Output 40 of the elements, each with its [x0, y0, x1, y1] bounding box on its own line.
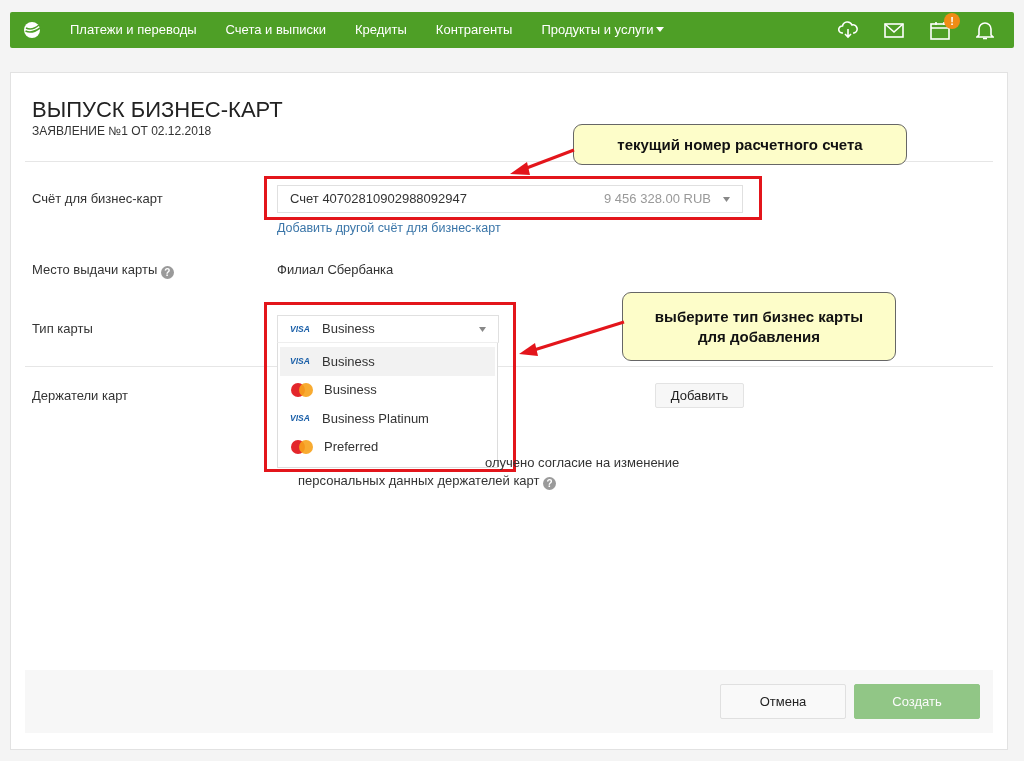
field-label: Место выдачи карты: [32, 262, 158, 277]
callout-note: выберите тип бизнес карты для добавления: [622, 292, 896, 361]
notification-badge: !: [944, 12, 960, 29]
bell-icon[interactable]: [976, 20, 994, 40]
mail-icon[interactable]: [884, 22, 904, 38]
nav-item[interactable]: Платежи и переводы: [70, 20, 197, 40]
calendar-icon[interactable]: [930, 20, 950, 40]
visa-logo: VISA: [290, 322, 311, 336]
dropdown-option[interactable]: Business: [280, 375, 495, 404]
nav-item[interactable]: Кредиты: [354, 20, 407, 40]
field-value: Филиал Сбербанка: [277, 261, 394, 279]
annotation-arrow: [510, 148, 575, 175]
help-icon[interactable]: ?: [543, 477, 557, 490]
consent-text: персональных данных держателей карт: [298, 473, 540, 488]
account-select[interactable]: Счет 40702810902988092947 9 456 328.00 RUB: [277, 185, 743, 213]
mastercard-logo: [290, 382, 314, 397]
caret-icon: [479, 326, 486, 332]
card-type-select[interactable]: VISA Business: [277, 315, 499, 343]
visa-logo: VISA: [290, 354, 311, 368]
page-title: ВЫПУСК БИЗНЕС-КАРТ: [32, 97, 284, 123]
page-subtitle: ЗАЯВЛЕНИЕ №1 ОТ 02.12.2018: [32, 123, 213, 139]
nav-dropdown[interactable]: Продукты и услуги: [541, 20, 664, 40]
visa-logo: VISA: [290, 411, 311, 425]
help-icon[interactable]: ?: [160, 266, 174, 279]
caret-icon: [723, 196, 730, 202]
add-button[interactable]: Добавить: [655, 383, 744, 408]
add-account-link[interactable]: Добавить другой счёт для бизнес-карт: [277, 221, 501, 235]
nav-item[interactable]: Счета и выписки: [225, 20, 326, 40]
cloud-download-icon[interactable]: [838, 21, 858, 39]
logo-icon[interactable]: [22, 20, 42, 40]
mastercard-logo: [290, 439, 314, 454]
cancel-button[interactable]: Отмена: [720, 684, 846, 719]
callout-note: текущий номер расчетного счета: [573, 124, 907, 165]
field-label: Счёт для бизнес-карт: [32, 190, 164, 209]
field-label: Держатели карт: [32, 386, 130, 405]
dropdown-option[interactable]: VISA Business: [280, 347, 495, 376]
field-label: Тип карты: [32, 320, 94, 339]
dropdown-option[interactable]: VISA Business Platinum: [280, 404, 495, 433]
dropdown-option[interactable]: Preferred: [280, 432, 495, 461]
nav-item[interactable]: Контрагенты: [435, 20, 513, 40]
